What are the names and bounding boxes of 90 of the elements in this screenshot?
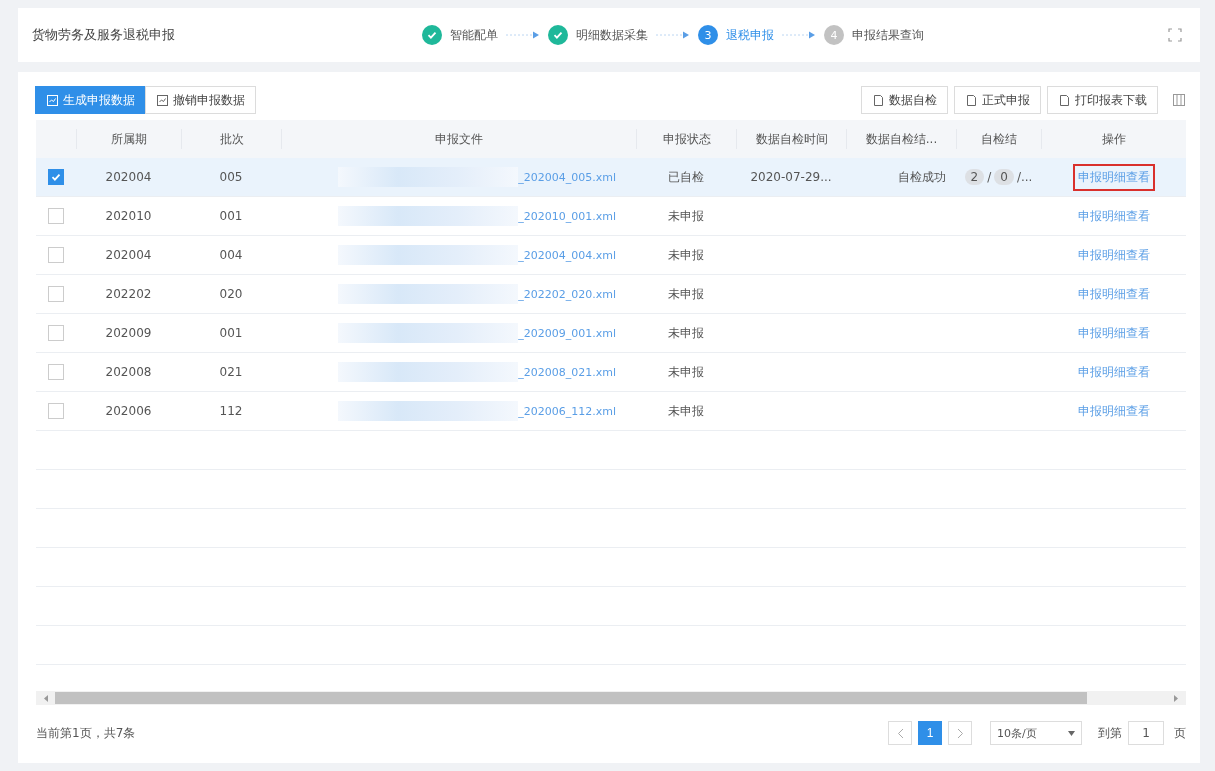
row-checkbox[interactable] [48,247,64,263]
table-cell-text: 202004 [104,170,153,184]
column-header: 自检结 [956,129,1041,149]
table-cell-text: 已自检 [667,168,705,186]
table-cell-text: 202008 [104,365,153,379]
table-cell-text: 202010 [104,209,153,223]
horizontal-scrollbar[interactable] [36,691,1186,705]
file-link[interactable]: _202202_020.xml [518,287,616,301]
column-header: 批次 [181,129,281,149]
toolbar-button[interactable]: 打印报表下载 [1047,86,1158,114]
column-header: 申报文件 [281,129,636,149]
table-cell-text: 112 [218,404,244,418]
file-link[interactable]: _202008_021.xml [518,365,616,379]
table-cell-text: 001 [218,209,244,223]
table-cell-text: 未申报 [667,324,705,342]
detail-link[interactable]: 申报明细查看 [1072,280,1155,308]
detail-link[interactable]: 申报明细查看 [1072,397,1155,425]
column-header: 所属期 [76,129,181,149]
table-cell-text: 021 [218,365,244,379]
step-label[interactable]: 明细数据采集 [576,26,648,44]
page-button[interactable]: 1 [918,721,942,745]
toolbar-button[interactable]: 正式申报 [954,86,1041,114]
chevron-right-icon [956,727,964,739]
page-summary: 当前第1页，共7条 [36,724,137,742]
page-suffix: 页 [1174,724,1186,742]
table-cell-text: 未申报 [667,207,705,225]
table-row[interactable]: 202004 005 _202004_005.xml 已自检 2020-07-29... 自检成功 2 / 0 /... 申报明细查看 [36,158,1186,197]
file-link[interactable]: _202006_112.xml [518,404,616,418]
next-page-button[interactable] [948,721,972,745]
column-settings-icon[interactable] [1172,93,1186,107]
table-cell-text: 202202 [104,287,153,301]
row-checkbox[interactable] [48,286,64,302]
arrow-icon [506,31,540,39]
goto-label: 到第 [1098,724,1122,742]
detail-link[interactable]: 申报明细查看 [1072,319,1155,347]
column-header: 数据自检结... [846,129,956,149]
step-label[interactable]: 智能配单 [450,26,498,44]
row-checkbox[interactable] [48,208,64,224]
page-title: 货物劳务及服务退税申报 [32,26,176,44]
page-size-select[interactable]: 10条/页 [990,721,1082,745]
column-header: 申报状态 [636,129,736,149]
table-cell-text: 202004 [104,248,153,262]
detail-link[interactable]: 申报明细查看 [1072,241,1155,269]
arrow-icon [656,31,690,39]
row-checkbox[interactable] [48,325,64,341]
table-cell-text: 未申报 [667,285,705,303]
row-checkbox[interactable] [48,169,64,185]
table-cell-text: 未申报 [667,363,705,381]
count-badge: 0 [994,169,1014,185]
row-checkbox[interactable] [48,364,64,380]
step-marker: 3 [698,25,718,45]
table-cell-text: 202006 [104,404,153,418]
file-link[interactable]: _202010_001.xml [518,209,616,223]
previous-page-button[interactable] [888,721,912,745]
separator-text: /... [1016,170,1033,184]
scroll-left-icon[interactable] [44,694,49,702]
file-link[interactable]: _202009_001.xml [518,326,616,340]
table-cell-text: 自检成功 [897,168,947,186]
count-badge: 2 [964,169,985,185]
table-cell-text: 004 [218,248,244,262]
scrollbar-thumb[interactable] [55,692,1087,704]
column-header: 数据自检时间 [736,129,846,149]
separator-text: / [987,170,992,184]
row-checkbox[interactable] [48,403,64,419]
column-header: 操作 [1041,129,1186,149]
scroll-right-icon[interactable] [1173,694,1178,702]
table-cell-text: 未申报 [667,402,705,420]
step-label[interactable]: 退税申报 [726,26,774,44]
file-link[interactable]: _202004_004.xml [518,248,616,262]
step-label[interactable]: 申报结果查询 [852,26,924,44]
table-cell-text: 005 [218,170,244,184]
step-marker: 4 [824,25,844,45]
table-cell-text: 001 [218,326,244,340]
detail-link[interactable]: 申报明细查看 [1072,358,1155,386]
toolbar-button[interactable]: 数据自检 [861,86,948,114]
fullscreen-icon[interactable] [1168,28,1182,42]
detail-link[interactable]: 申报明细查看 [1072,202,1155,230]
table-cell-text: 202009 [104,326,153,340]
table-cell-text: 未申报 [667,246,705,264]
toolbar-button[interactable]: 撤销申报数据 [145,86,256,114]
chevron-left-icon [896,727,904,739]
table-cell-text: 2020-07-29... [749,170,833,184]
file-link[interactable]: _202004_005.xml [518,170,616,184]
check-icon [50,171,62,183]
table-cell-text: 020 [218,287,244,301]
caret-icon [1068,730,1075,736]
toolbar-button[interactable]: 生成申报数据 [35,86,146,114]
arrow-icon [782,31,816,39]
detail-link[interactable]: 申报明细查看 [1072,163,1155,191]
page-input[interactable]: 1 [1128,721,1164,745]
